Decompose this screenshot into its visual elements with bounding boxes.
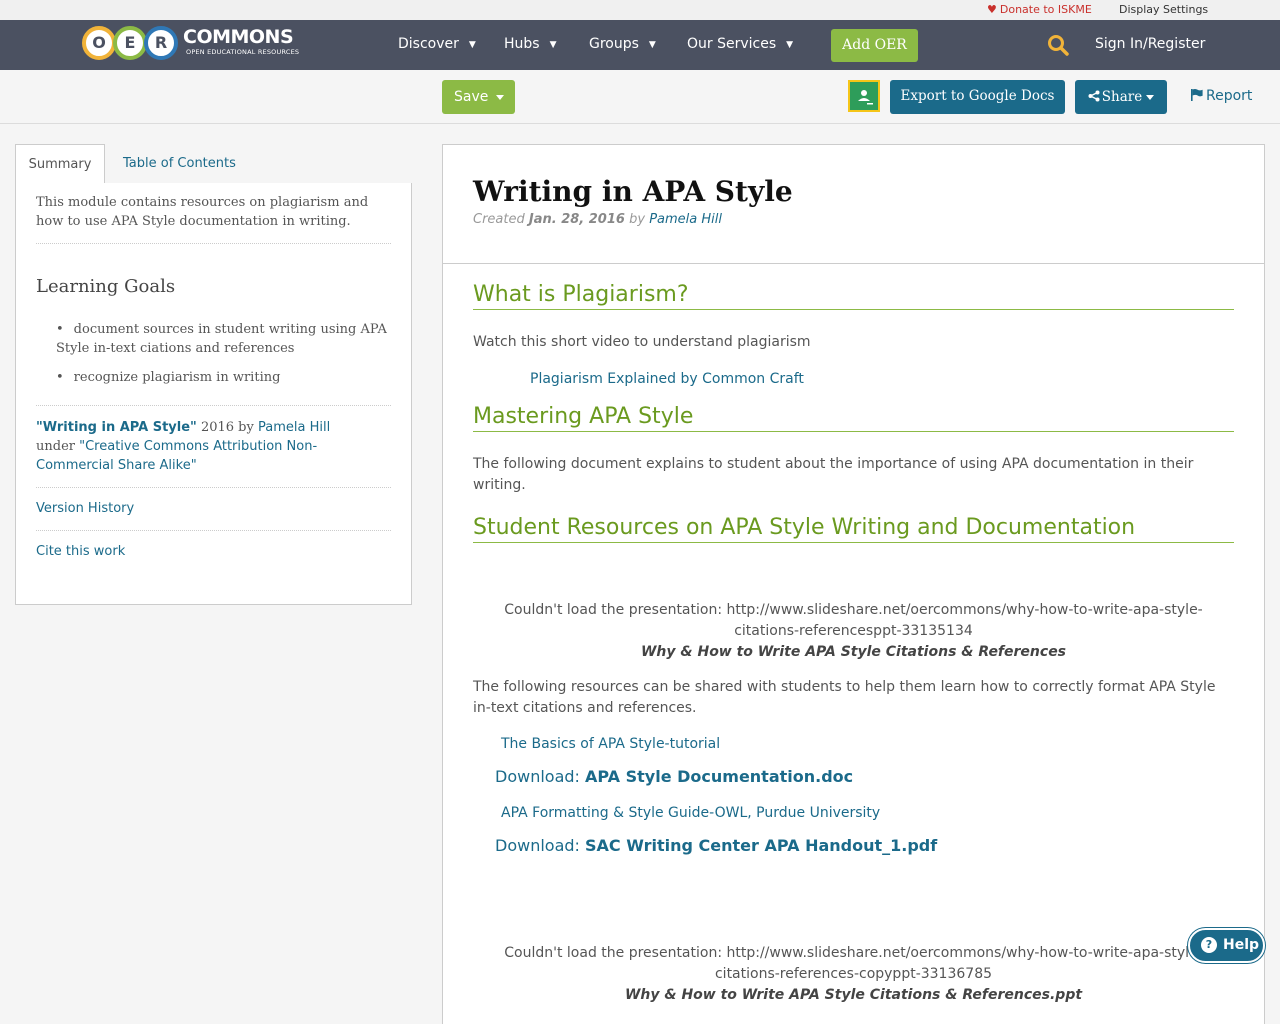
question-icon: ? xyxy=(1201,937,1217,953)
resource-title-link[interactable]: "Writing in APA Style" xyxy=(36,420,197,435)
oer-commons-logo[interactable]: O E R COMMONS OPEN EDUCATIONAL RESOURCES xyxy=(82,26,299,60)
license-info: "Writing in APA Style" 2016 by Pamela Hi… xyxy=(36,406,391,488)
save-button[interactable]: Save xyxy=(442,80,515,114)
nav-discover-label: Discover xyxy=(398,36,459,52)
created-by: by xyxy=(629,212,646,227)
caret-down-icon xyxy=(496,94,505,100)
summary-panel: This module contains resources on plagia… xyxy=(15,183,412,605)
version-history-row: Version History xyxy=(36,488,391,531)
cite-row: Cite this work xyxy=(36,531,391,573)
export-google-docs-button[interactable]: Export to Google Docs xyxy=(890,80,1065,114)
created-label: Created xyxy=(473,212,525,227)
cite-this-work-link[interactable]: Cite this work xyxy=(36,544,125,559)
add-oer-button[interactable]: Add OER xyxy=(831,29,918,62)
created-date: Jan. 28, 2016 xyxy=(528,212,625,227)
nav-groups[interactable]: Groups ▼ xyxy=(589,36,656,52)
nav-our-services[interactable]: Our Services ▼ xyxy=(687,36,793,52)
tab-table-of-contents[interactable]: Table of Contents xyxy=(123,144,236,184)
sidebar-tabs: Summary Table of Contents xyxy=(15,144,412,184)
presentation-embed: Couldn't load the presentation: http://w… xyxy=(473,600,1234,663)
presentation-caption: Why & How to Write APA Style Citations &… xyxy=(624,987,1083,1003)
download-row[interactable]: Download: SAC Writing Center APA Handout… xyxy=(473,836,1234,855)
share-label: Share xyxy=(1101,89,1143,105)
heart-icon: ♥ xyxy=(987,3,997,16)
report-link[interactable]: Report xyxy=(1190,88,1252,104)
nav-hubs-label: Hubs xyxy=(504,36,540,52)
logo-letter-e: E xyxy=(113,26,147,60)
list-item: recognize plagiarism in writing xyxy=(56,368,391,387)
author-link[interactable]: Pamela Hill xyxy=(258,420,330,435)
license-year-by: 2016 by xyxy=(200,420,254,435)
license-under: under xyxy=(36,439,75,454)
created-meta: Created Jan. 28, 2016 by Pamela Hill xyxy=(473,212,1234,227)
logo-subtitle: OPEN EDUCATIONAL RESOURCES xyxy=(186,48,300,56)
section-heading: Mastering APA Style xyxy=(473,403,1234,432)
chevron-down-icon: ▼ xyxy=(468,40,476,50)
apa-basics-link[interactable]: The Basics of APA Style-tutorial xyxy=(501,736,720,752)
video-link-row: Plagiarism Explained by Common Craft xyxy=(473,368,1234,387)
download-file-link[interactable]: APA Style Documentation.doc xyxy=(585,767,853,786)
resource-sidebar: Summary Table of Contents This module co… xyxy=(15,144,412,605)
section-heading: What is Plagiarism? xyxy=(473,281,1234,310)
presentation-caption: Why & How to Write APA Style Citations &… xyxy=(640,644,1067,660)
presentation-embed: Couldn't load the presentation: http://w… xyxy=(473,943,1234,1006)
resource-header: Writing in APA Style Created Jan. 28, 20… xyxy=(443,145,1264,264)
donate-link[interactable]: ♥ Donate to ISKME xyxy=(987,3,1092,16)
resource-link-row: The Basics of APA Style-tutorial xyxy=(473,733,1234,752)
list-item: document sources in student writing usin… xyxy=(56,320,391,358)
nav-hubs[interactable]: Hubs ▼ xyxy=(504,36,557,52)
section-heading: Student Resources on APA Style Writing a… xyxy=(473,514,1234,543)
resource-toolbar: Save Export to Google Docs Share Report xyxy=(0,70,1280,124)
learning-goals-heading: Learning Goals xyxy=(36,276,176,297)
paragraph: The following resources can be shared wi… xyxy=(473,679,1216,716)
caret-down-icon xyxy=(1146,95,1155,100)
help-label: Help xyxy=(1223,937,1260,953)
logo-word: COMMONS xyxy=(183,26,294,48)
search-icon[interactable] xyxy=(1047,34,1069,60)
save-label: Save xyxy=(454,89,489,105)
chevron-down-icon: ▼ xyxy=(786,40,794,50)
nav-groups-label: Groups xyxy=(589,36,639,52)
resource-main-content: Writing in APA Style Created Jan. 28, 20… xyxy=(442,144,1265,1024)
share-button[interactable]: Share xyxy=(1075,80,1167,114)
summary-text: This module contains resources on plagia… xyxy=(36,183,391,244)
learning-goals-list: document sources in student writing usin… xyxy=(36,320,391,387)
download-file-link[interactable]: SAC Writing Center APA Handout_1.pdf xyxy=(585,836,937,855)
download-label: Download: xyxy=(495,836,580,855)
presentation-error: Couldn't load the presentation: http://w… xyxy=(504,945,1203,982)
purdue-owl-link[interactable]: APA Formatting & Style Guide-OWL, Purdue… xyxy=(501,805,880,821)
download-row[interactable]: Download: APA Style Documentation.doc xyxy=(473,767,1234,786)
chevron-down-icon: ▼ xyxy=(648,40,656,50)
paragraph: The following document explains to stude… xyxy=(473,456,1194,493)
sign-in-register-link[interactable]: Sign In/Register xyxy=(1095,36,1205,52)
license-link[interactable]: "Creative Commons Attribution Non-Commer… xyxy=(36,439,317,473)
help-button[interactable]: ? Help xyxy=(1188,928,1265,963)
display-settings-link[interactable]: Display Settings xyxy=(1119,3,1208,16)
utility-bar: ♥ Donate to ISKME Display Settings xyxy=(0,0,1280,20)
main-navbar: O E R COMMONS OPEN EDUCATIONAL RESOURCES… xyxy=(0,20,1280,70)
tab-summary[interactable]: Summary xyxy=(15,144,105,184)
logo-letter-r: R xyxy=(144,26,178,60)
donate-label: Donate to ISKME xyxy=(999,3,1092,16)
logo-letter-o: O xyxy=(82,26,116,60)
resource-link-row: APA Formatting & Style Guide-OWL, Purdue… xyxy=(473,802,1234,821)
nav-services-label: Our Services xyxy=(687,36,777,52)
resource-body: What is Plagiarism? Watch this short vid… xyxy=(443,281,1264,1006)
chevron-down-icon: ▼ xyxy=(549,40,557,50)
download-label: Download: xyxy=(495,767,580,786)
presentation-error: Couldn't load the presentation: http://w… xyxy=(504,602,1203,639)
flag-icon xyxy=(1191,88,1203,101)
author-link[interactable]: Pamela Hill xyxy=(649,212,722,227)
page-title: Writing in APA Style xyxy=(473,175,793,208)
share-icon xyxy=(1088,90,1100,102)
paragraph: Watch this short video to understand pla… xyxy=(473,334,811,350)
nav-discover[interactable]: Discover ▼ xyxy=(398,36,476,52)
google-classroom-icon[interactable] xyxy=(848,80,880,112)
plagiarism-video-link[interactable]: Plagiarism Explained by Common Craft xyxy=(530,371,804,387)
report-label: Report xyxy=(1206,88,1253,104)
version-history-link[interactable]: Version History xyxy=(36,501,134,516)
